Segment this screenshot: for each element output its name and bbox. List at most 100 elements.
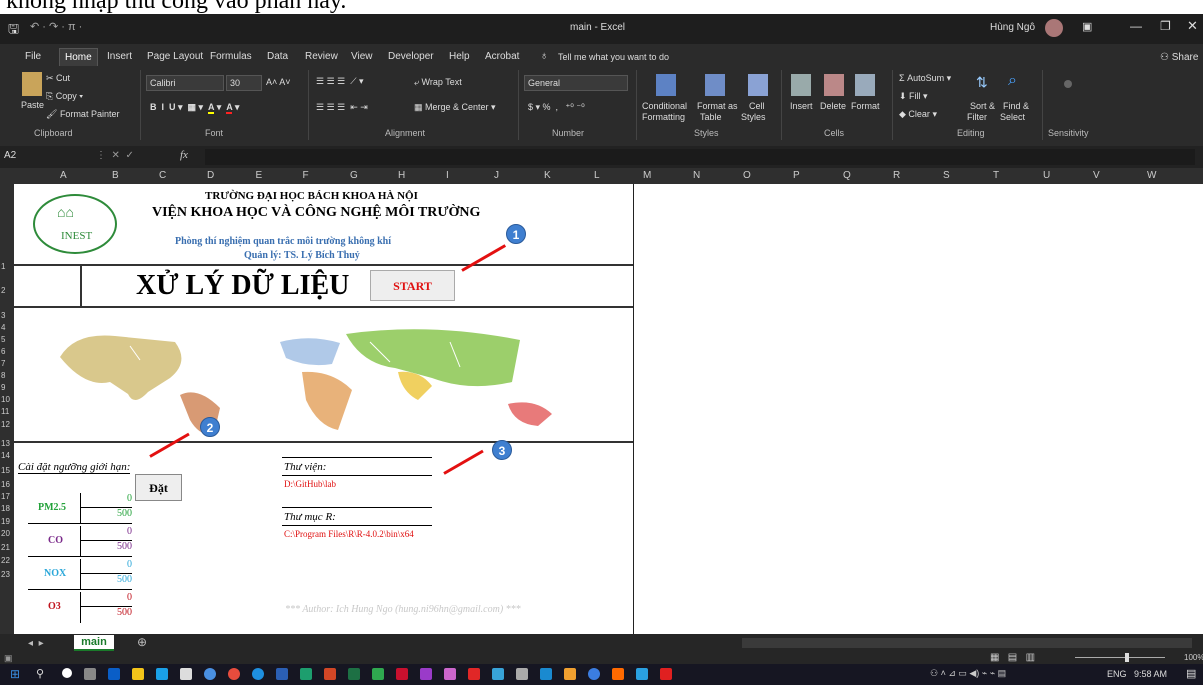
tab-page-layout[interactable]: Page Layout <box>142 48 208 66</box>
column-header[interactable]: T <box>993 170 999 181</box>
save-icon[interactable]: 🖫 <box>8 20 19 42</box>
row-header[interactable]: 4 <box>1 323 5 332</box>
undo-icon[interactable]: ↶ · ↷ · π · <box>30 20 82 33</box>
column-header[interactable]: P <box>793 170 800 181</box>
app-icon-14[interactable] <box>420 668 432 680</box>
file-explorer-icon[interactable] <box>132 668 144 680</box>
autosum-button[interactable]: Σ AutoSum ▾ <box>899 73 951 84</box>
tab-review[interactable]: Review <box>300 48 343 66</box>
min-value[interactable]: 0 <box>80 526 132 541</box>
format-cells-icon[interactable] <box>855 74 875 96</box>
paste-label[interactable]: Paste <box>21 100 44 110</box>
tab-file[interactable]: File <box>20 48 46 66</box>
bold-italic-underline[interactable]: B I U ▾ ▦ ▾ A ▾ A ▾ <box>150 102 239 114</box>
conditional-formatting-sub[interactable]: Formatting <box>642 112 685 122</box>
tab-insert[interactable]: Insert <box>102 48 137 66</box>
sort-filter-button[interactable]: Sort & <box>970 101 995 111</box>
app-icon-3[interactable] <box>156 668 168 680</box>
app-icon-18[interactable] <box>516 668 528 680</box>
tell-me-search[interactable]: Tell me what you want to do <box>558 52 669 62</box>
max-value[interactable]: 500 <box>80 508 132 524</box>
app-icon-4[interactable] <box>180 668 192 680</box>
row-header[interactable]: 14 <box>1 451 10 460</box>
column-header[interactable]: R <box>893 170 900 181</box>
tab-home[interactable]: Home <box>59 48 98 66</box>
column-header[interactable]: F <box>303 170 309 181</box>
cortana-icon[interactable] <box>62 668 72 678</box>
app-icon-20[interactable] <box>564 668 576 680</box>
column-header[interactable]: H <box>398 170 405 181</box>
row-header[interactable]: 7 <box>1 359 5 368</box>
row-header[interactable]: 1 <box>1 262 5 271</box>
row-header[interactable]: 10 <box>1 395 10 404</box>
find-select-sub[interactable]: Select <box>1000 112 1025 122</box>
zoom-level[interactable]: 100% <box>1184 653 1203 662</box>
row-header[interactable]: 13 <box>1 439 10 448</box>
format-table-sub[interactable]: Table <box>700 112 722 122</box>
wrap-text-button[interactable]: ⤶ Wrap Text <box>414 77 462 88</box>
row-header[interactable]: 18 <box>1 504 10 513</box>
sheet-tab-main[interactable]: main <box>74 635 114 651</box>
notification-icon[interactable]: ▤ <box>1186 667 1196 680</box>
fx-icon[interactable]: fx <box>180 149 188 161</box>
max-value[interactable]: 500 <box>80 541 132 557</box>
align-icons-2[interactable]: ☰ ☰ ☰ ⇤ ⇥ <box>316 102 368 113</box>
app-icon-5[interactable] <box>204 668 216 680</box>
restore-icon[interactable]: ❐ <box>1160 19 1171 33</box>
row-header[interactable]: 19 <box>1 517 10 526</box>
column-header[interactable]: E <box>256 170 263 181</box>
tab-developer[interactable]: Developer <box>383 48 439 66</box>
delete-cells-button[interactable]: Delete <box>820 101 846 111</box>
acrobat-icon[interactable] <box>468 668 480 680</box>
insert-cells-button[interactable]: Insert <box>790 101 813 111</box>
app-icon-22[interactable] <box>612 668 624 680</box>
powerpoint-icon[interactable] <box>324 668 336 680</box>
fill-button[interactable]: ⬇ Fill ▾ <box>899 91 928 102</box>
find-select-icon[interactable]: ⌕ <box>1008 72 1017 90</box>
copy-button[interactable]: ⎘ Copy ▾ <box>46 91 83 102</box>
font-name-select[interactable]: Calibri <box>146 75 224 91</box>
row-header[interactable]: 12 <box>1 420 10 429</box>
column-header[interactable]: K <box>544 170 551 181</box>
app-icon-19[interactable] <box>540 668 552 680</box>
number-format-select[interactable]: General <box>524 75 628 91</box>
find-select-button[interactable]: Find & <box>1003 101 1029 111</box>
column-header[interactable]: O <box>743 170 751 181</box>
row-header[interactable]: 22 <box>1 556 10 565</box>
row-header[interactable]: 11 <box>1 407 9 416</box>
share-button[interactable]: ⚇ Share <box>1160 52 1198 63</box>
paste-icon[interactable] <box>22 72 42 96</box>
chrome-icon[interactable] <box>228 668 240 680</box>
clear-button[interactable]: ◆ Clear ▾ <box>899 109 937 120</box>
close-icon[interactable]: ✕ <box>1187 18 1198 34</box>
app-icon-12[interactable] <box>372 668 384 680</box>
horizontal-scrollbar[interactable] <box>742 638 1192 648</box>
set-button[interactable]: Đặt <box>135 474 182 501</box>
column-header[interactable]: J <box>494 170 499 181</box>
macro-icon[interactable]: ▣ <box>4 653 13 664</box>
name-box[interactable]: A2 <box>4 150 84 164</box>
zoom-slider[interactable] <box>1075 657 1165 658</box>
app-icon-15[interactable] <box>444 668 456 680</box>
row-header[interactable]: 9 <box>1 383 5 392</box>
minimize-icon[interactable]: — <box>1130 19 1142 33</box>
column-header[interactable]: D <box>207 170 214 181</box>
insert-cells-icon[interactable] <box>791 74 811 96</box>
task-view-icon[interactable] <box>84 668 96 680</box>
row-header[interactable]: 8 <box>1 371 5 380</box>
row-header[interactable]: 6 <box>1 347 5 356</box>
tab-help[interactable]: Help <box>444 48 475 66</box>
excel-icon[interactable] <box>348 668 360 680</box>
word-icon[interactable] <box>276 668 288 680</box>
add-sheet-icon[interactable]: ⊕ <box>137 635 147 649</box>
row-header[interactable]: 21 <box>1 543 10 552</box>
system-tray-icons[interactable]: ⚇ ˄ ⊿ ▭ ◀) ⌁ ⌁ ▤ <box>930 668 1006 679</box>
format-painter-button[interactable]: 🖌 Format Painter <box>46 109 119 120</box>
edge-icon[interactable] <box>252 668 264 680</box>
column-header[interactable]: L <box>594 170 600 181</box>
search-icon[interactable]: ⚲ <box>36 667 44 680</box>
cut-button[interactable]: ✂ Cut <box>46 73 70 84</box>
app-icon-1[interactable] <box>108 668 120 680</box>
max-value[interactable]: 500 <box>80 607 132 623</box>
view-normal-icon[interactable]: ▦ ▤ ▥ <box>990 652 1035 663</box>
